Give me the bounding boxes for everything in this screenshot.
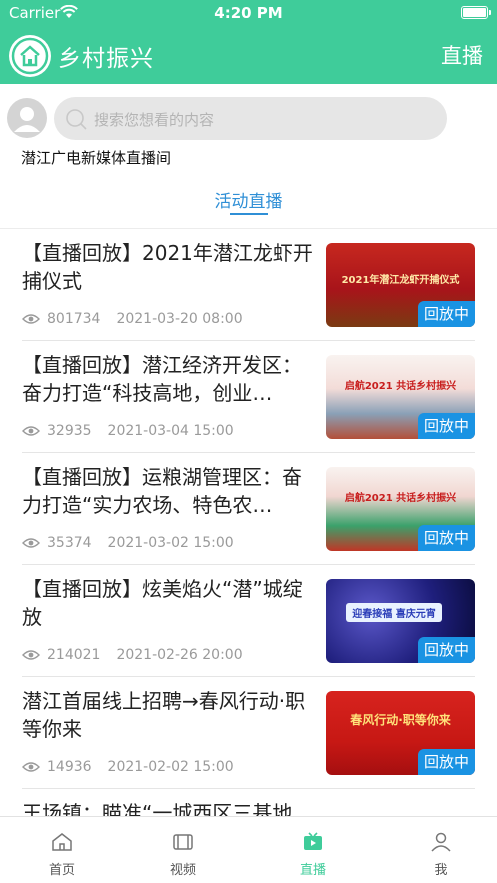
item-date: 2021-02-26 20:00	[116, 647, 243, 663]
view-count: 14936	[47, 759, 92, 775]
item-meta: 14936 2021-02-02 15:00	[22, 759, 234, 775]
tab-indicator	[230, 213, 268, 215]
live-list: 【直播回放】2021年潜江龙虾开捕仪式 801734 2021-03-20 08…	[0, 229, 497, 816]
eye-icon	[22, 650, 40, 660]
item-meta: 35374 2021-03-02 15:00	[22, 535, 234, 551]
home-icon	[52, 833, 72, 851]
item-date: 2021-02-02 15:00	[107, 759, 234, 775]
view-count: 32935	[47, 423, 92, 439]
list-item[interactable]: 【直播回放】炫美焰火“潜”城绽放 214021 2021-02-26 20:00…	[0, 565, 497, 677]
tab-home[interactable]: 首页	[0, 817, 124, 883]
item-title: 潜江首届线上招聘→春风行动·职等你来	[22, 689, 306, 741]
tab-profile[interactable]: 我	[379, 817, 497, 883]
search-placeholder: 搜索您想看的内容	[94, 111, 215, 129]
item-title: 【直播回放】潜江经济开发区：奋力打造“科技高地，创业…	[22, 353, 302, 405]
tab-label: 首页	[48, 863, 75, 878]
item-title: 【直播回放】2021年潜江龙虾开捕仪式	[22, 241, 313, 293]
item-title: 【直播回放】运粮湖管理区：奋力打造“实力农场、特色农…	[22, 465, 302, 517]
tab-label: 我	[434, 863, 448, 878]
top-bar: Carrier 4:20 PM 乡村振兴 直播	[0, 0, 497, 84]
search-icon	[66, 109, 87, 130]
replay-badge: 回放中	[418, 301, 475, 327]
search-bar[interactable]: 搜索您想看的内容	[54, 97, 447, 140]
app-logo	[9, 35, 51, 77]
item-date: 2021-03-20 08:00	[116, 311, 243, 327]
thumbnail-caption: 启航2021 共话乡村振兴	[344, 493, 457, 504]
tab-label: 视频	[169, 863, 196, 878]
view-count: 35374	[47, 535, 92, 551]
item-date: 2021-03-02 15:00	[107, 535, 234, 551]
list-item[interactable]: 【直播回放】运粮湖管理区：奋力打造“实力农场、特色农… 35374 2021-0…	[0, 453, 497, 565]
item-thumbnail[interactable]: 启航2021 共话乡村振兴 回放中	[326, 467, 475, 551]
eye-icon	[22, 314, 40, 324]
item-thumbnail[interactable]: 2021年潜江龙虾开捕仪式 回放中	[326, 243, 475, 327]
tab-video[interactable]: 视频	[121, 817, 245, 883]
replay-badge: 回放中	[418, 413, 475, 439]
app-title: 乡村振兴	[58, 46, 154, 72]
thumbnail-caption: 春风行动·职等你来	[350, 713, 451, 727]
item-meta: 801734 2021-03-20 08:00	[22, 311, 243, 327]
status-bar: Carrier 4:20 PM	[0, 0, 497, 26]
item-meta: 214021 2021-02-26 20:00	[22, 647, 243, 663]
thumbnail-caption: 迎春接福 喜庆元宵	[346, 603, 442, 622]
list-item[interactable]: 【直播回放】潜江经济开发区：奋力打造“科技高地，创业… 32935 2021-0…	[0, 341, 497, 453]
eye-icon	[22, 538, 40, 548]
tab-label: 直播	[299, 863, 326, 878]
status-time: 4:20 PM	[214, 4, 283, 22]
replay-badge: 回放中	[418, 749, 475, 775]
view-count: 801734	[47, 311, 101, 327]
live-nav-button[interactable]: 直播	[441, 40, 483, 70]
tab-activity-live[interactable]: 活动直播	[0, 187, 497, 212]
user-avatar[interactable]	[7, 98, 47, 138]
item-title: 【直播回放】炫美焰火“潜”城绽放	[22, 577, 303, 629]
tab-live[interactable]: 直播	[251, 817, 375, 883]
item-thumbnail[interactable]: 春风行动·职等你来 回放中	[326, 691, 475, 775]
thumbnail-caption: 启航2021 共话乡村振兴	[344, 381, 457, 392]
item-date: 2021-03-04 15:00	[107, 423, 234, 439]
item-meta: 32935 2021-03-04 15:00	[22, 423, 234, 439]
item-thumbnail[interactable]: 迎春接福 喜庆元宵 回放中	[326, 579, 475, 663]
item-title: 王场镇：瞄准“一城西区三基地	[22, 801, 293, 816]
eye-icon	[22, 762, 40, 772]
view-count: 214021	[47, 647, 101, 663]
replay-badge: 回放中	[418, 637, 475, 663]
thumbnail-caption: 2021年潜江龙虾开捕仪式	[341, 275, 460, 286]
battery-icon	[461, 6, 491, 19]
list-item[interactable]: 【直播回放】2021年潜江龙虾开捕仪式 801734 2021-03-20 08…	[0, 229, 497, 341]
eye-icon	[22, 426, 40, 436]
list-item[interactable]: 王场镇：瞄准“一城西区三基地	[0, 789, 497, 816]
profile-icon	[431, 832, 451, 852]
item-thumbnail[interactable]: 启航2021 共话乡村振兴 回放中	[326, 355, 475, 439]
replay-badge: 回放中	[418, 525, 475, 551]
live-tv-icon	[304, 832, 322, 850]
avatar-icon	[14, 107, 40, 132]
bottom-tab-bar: 首页 视频 直播 我	[0, 816, 497, 883]
channel-name: 潜江广电新媒体直播间	[21, 149, 172, 167]
list-item[interactable]: 潜江首届线上招聘→春风行动·职等你来 14936 2021-02-02 15:0…	[0, 677, 497, 789]
video-icon	[173, 834, 193, 850]
